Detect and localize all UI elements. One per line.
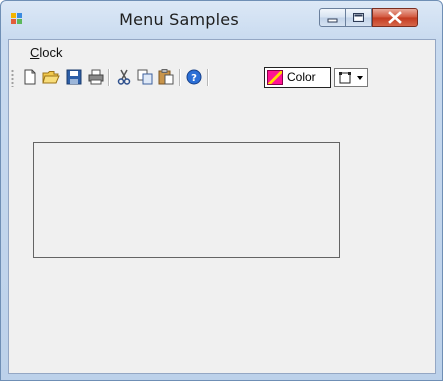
toolbar-separator [207, 69, 208, 86]
dropdown-arrow-icon[interactable] [357, 76, 363, 80]
print-icon[interactable] [87, 68, 105, 86]
minimize-icon [327, 18, 338, 23]
copy-icon[interactable] [136, 68, 154, 86]
content-panel [33, 142, 340, 258]
title-bar[interactable]: Menu Samples [1, 1, 442, 39]
svg-text:?: ? [191, 73, 197, 84]
save-icon[interactable] [65, 68, 83, 86]
maximize-button[interactable] [346, 8, 372, 27]
color-button-label: Color [287, 70, 316, 84]
menu-clock-label: lock [39, 45, 63, 60]
toolbar-separator [179, 69, 180, 86]
application-window: Menu Samples Clock ? Color [0, 0, 443, 381]
help-icon[interactable]: ? [185, 68, 203, 86]
clock-dropdown-button[interactable] [334, 68, 368, 87]
maximize-icon [353, 13, 364, 22]
cut-icon[interactable] [115, 68, 133, 86]
toolbar-separator [108, 69, 109, 86]
menu-clock-mnemonic: C [30, 45, 40, 60]
minimize-button[interactable] [319, 8, 346, 27]
client-area: Clock ? Color [8, 39, 436, 374]
window-title: Menu Samples [119, 10, 239, 29]
menu-clock[interactable]: Clock [30, 45, 63, 60]
menu-bar: Clock [9, 40, 435, 63]
paste-icon[interactable] [157, 68, 175, 86]
new-document-icon[interactable] [21, 68, 39, 86]
color-palette-icon [267, 70, 283, 85]
color-button[interactable]: Color [264, 67, 331, 88]
close-icon [388, 11, 402, 24]
caption-buttons [319, 8, 429, 28]
open-folder-icon[interactable] [42, 68, 60, 86]
close-button[interactable] [372, 8, 418, 27]
toolbar-grip[interactable] [11, 69, 14, 87]
clock-icon [339, 72, 351, 84]
toolbar: ? Color [9, 65, 435, 91]
